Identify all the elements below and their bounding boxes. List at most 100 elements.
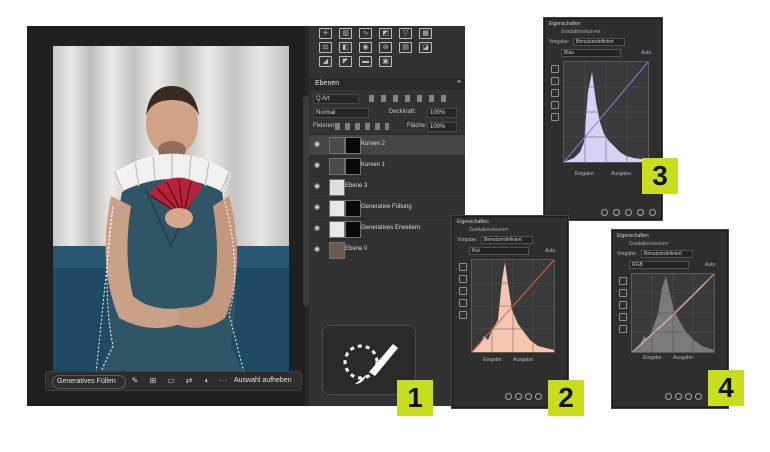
eyedropper-white-icon[interactable] — [619, 301, 627, 309]
vibrance-icon[interactable]: ▽ — [399, 28, 412, 39]
visibility-eye-icon[interactable]: ◉ — [313, 204, 321, 212]
eyedropper-white-icon[interactable] — [551, 89, 559, 97]
lock-fill-row: Fixieren: Fläche: 100% — [309, 120, 465, 132]
layers-panel-header: Ebenen ≡ — [309, 78, 465, 90]
channel-select[interactable]: Rot — [469, 247, 529, 255]
eyedropper-black-icon[interactable] — [619, 277, 627, 285]
pencil-icon[interactable] — [619, 325, 627, 333]
channel-select[interactable]: Blau — [561, 49, 621, 57]
layer-mask-thumb — [345, 158, 361, 175]
pencil-icon[interactable] — [551, 113, 559, 121]
color-balance-icon[interactable]: ⚖ — [319, 42, 332, 53]
layers-tab[interactable]: Ebenen — [315, 80, 339, 87]
exposure-icon[interactable]: ◩ — [379, 28, 392, 39]
preset-select[interactable]: Benutzerdefiniert — [573, 38, 625, 46]
channel-mixer-icon[interactable]: ⊛ — [379, 42, 392, 53]
generative-fill-label: Generatives Füllen — [57, 378, 116, 385]
curves-graph[interactable] — [563, 61, 649, 163]
filter-type-icons[interactable] — [369, 95, 453, 102]
preset-select[interactable]: Benutzerdefiniert — [641, 250, 693, 258]
clip-icon[interactable] — [601, 209, 608, 216]
layer-row[interactable]: ◉ Ebene 3 — [309, 176, 465, 197]
color-lookup-icon[interactable]: ▤ — [399, 42, 412, 53]
fill-field[interactable]: 100% — [427, 122, 457, 132]
pencil-icon[interactable] — [459, 311, 467, 319]
curve-points-icon[interactable] — [459, 299, 467, 307]
gradient-map-icon[interactable]: ▬ — [359, 56, 372, 67]
visibility-icon[interactable] — [695, 393, 702, 400]
view-previous-icon[interactable] — [515, 393, 522, 400]
mask-icon[interactable]: ▭ — [166, 376, 176, 386]
brush-icon[interactable]: ✎ — [130, 376, 140, 386]
eyedropper-gray-icon[interactable] — [459, 275, 467, 283]
generative-fill-button[interactable]: Generatives Füllen — [52, 375, 126, 389]
layers-filter-row: Q Art — [309, 92, 465, 104]
visibility-eye-icon[interactable]: ◉ — [313, 246, 321, 254]
adjustment-icon[interactable]: ◐ — [202, 376, 212, 386]
brightness-icon[interactable]: ☀ — [319, 28, 332, 39]
curves-graph-svg — [472, 260, 554, 352]
curve-points-icon[interactable] — [619, 313, 627, 321]
curves-graph[interactable] — [471, 259, 555, 353]
curves-graph-svg — [632, 274, 714, 352]
reset-icon[interactable] — [685, 393, 692, 400]
document-photo[interactable] — [53, 46, 289, 386]
layer-row[interactable]: ◉ Generatives Erweitern — [309, 218, 465, 239]
deselect-button[interactable]: Auswahl aufheben — [234, 375, 300, 387]
auto-button[interactable]: Auto — [545, 248, 555, 254]
curves-icon[interactable]: ∿ — [359, 28, 372, 39]
reset-icon[interactable] — [625, 209, 632, 216]
opacity-label: Deckkraft: — [389, 109, 417, 115]
eyedropper-black-icon[interactable] — [551, 65, 559, 73]
visibility-eye-icon[interactable]: ◉ — [313, 225, 321, 233]
eyedropper-gray-icon[interactable] — [551, 77, 559, 85]
visibility-eye-icon[interactable]: ◉ — [313, 183, 321, 191]
view-previous-icon[interactable] — [675, 393, 682, 400]
curve-points-icon[interactable] — [551, 101, 559, 109]
layer-mask-thumb — [345, 137, 361, 154]
view-previous-icon[interactable] — [613, 209, 620, 216]
layer-row[interactable]: ◉ Generative Füllung — [309, 197, 465, 218]
callout-badge-1: 1 — [397, 380, 433, 416]
properties-subtitle: Gradationskurven — [469, 227, 509, 233]
selective-color-icon[interactable]: ▣ — [379, 56, 392, 67]
invert-icon[interactable]: ⇄ — [184, 376, 194, 386]
layer-row[interactable]: ◉ Kurven 2 — [309, 134, 465, 155]
opacity-field[interactable]: 100% — [427, 108, 457, 118]
hue-saturation-icon[interactable]: ▦ — [419, 28, 432, 39]
visibility-eye-icon[interactable]: ◉ — [313, 141, 321, 149]
preset-label: Vorgabe: — [549, 39, 570, 45]
clip-icon[interactable] — [505, 393, 512, 400]
lock-label: Fixieren: — [313, 123, 337, 129]
eyedropper-black-icon[interactable] — [459, 263, 467, 271]
layer-row[interactable]: ◉ Ebene 0 — [309, 239, 465, 260]
blend-mode-select[interactable]: Normal — [313, 108, 369, 118]
layer-filter-select[interactable]: Q Art — [313, 94, 359, 104]
eyedropper-white-icon[interactable] — [459, 287, 467, 295]
photo-filter-icon[interactable]: ◉ — [359, 42, 372, 53]
clip-icon[interactable] — [665, 393, 672, 400]
visibility-icon[interactable] — [637, 209, 644, 216]
invert-adjust-icon[interactable]: ◪ — [419, 42, 432, 53]
panel-menu-icon[interactable]: ≡ — [457, 79, 461, 86]
reset-icon[interactable] — [525, 393, 532, 400]
visibility-eye-icon[interactable]: ◉ — [313, 162, 321, 170]
black-white-icon[interactable]: ◧ — [339, 42, 352, 53]
preset-select[interactable]: Benutzerdefiniert — [481, 236, 533, 244]
visibility-icon[interactable] — [535, 393, 542, 400]
levels-icon[interactable]: ▥ — [339, 28, 352, 39]
portrait-image — [53, 46, 289, 386]
modify-selection-icon[interactable]: ⊞ — [148, 376, 158, 386]
canvas-area[interactable]: Generatives Füllen ✎ ⊞ ▭ ⇄ ◐ ··· Auswahl… — [27, 26, 309, 406]
curves-graph[interactable] — [631, 273, 715, 353]
posterize-icon[interactable]: ◢ — [319, 56, 332, 67]
threshold-icon[interactable]: ◤ — [339, 56, 352, 67]
lock-icons[interactable] — [335, 123, 389, 130]
eyedropper-gray-icon[interactable] — [619, 289, 627, 297]
auto-button[interactable]: Auto — [641, 50, 651, 56]
auto-button[interactable]: Auto — [705, 262, 715, 268]
layer-row[interactable]: ◉ Kurven 1 — [309, 155, 465, 176]
more-options-icon[interactable]: ··· — [218, 376, 228, 386]
delete-icon[interactable] — [649, 209, 656, 216]
channel-select[interactable]: RGB — [629, 261, 689, 269]
